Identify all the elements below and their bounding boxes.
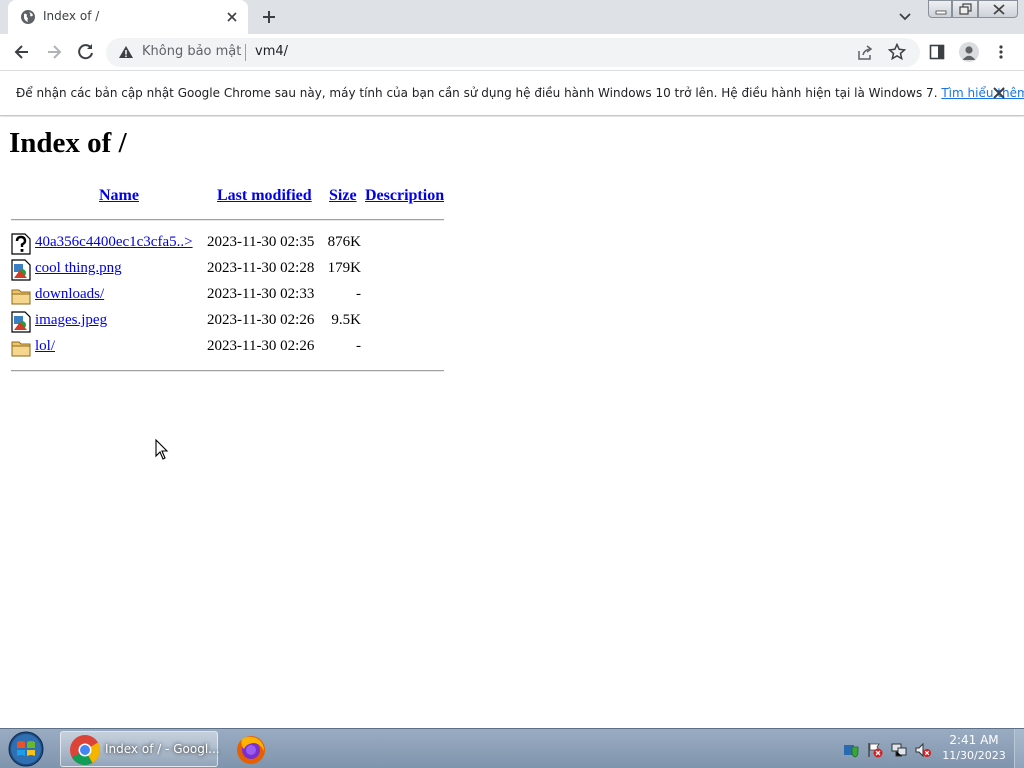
tab-close-icon[interactable] (224, 9, 240, 25)
file-size: 179K (327, 260, 361, 276)
table-row: 40a356c4400ec1c3cfa5..> 2023-11-30 02:35… (0, 233, 460, 257)
security-status-label[interactable]: Không bảo mật (142, 44, 241, 59)
image-file-icon (11, 311, 31, 333)
show-desktop-button[interactable] (1014, 729, 1024, 768)
share-icon[interactable] (856, 44, 874, 62)
start-orb-icon[interactable] (6, 730, 46, 768)
mouse-cursor-icon (155, 439, 169, 460)
infobar-message: Để nhận các bản cập nhật Google Chrome s… (16, 86, 1024, 100)
omnibox-divider (245, 44, 246, 61)
chevron-down-icon[interactable] (896, 9, 914, 25)
close-icon (993, 4, 1005, 15)
window-close-button[interactable] (978, 0, 1018, 18)
file-size: - (356, 338, 361, 354)
warning-triangle-icon[interactable] (118, 45, 134, 59)
footer-divider (11, 370, 444, 372)
header-divider (11, 219, 444, 221)
infobar-text: Để nhận các bản cập nhật Google Chrome s… (16, 86, 938, 100)
menu-dots-icon[interactable] (993, 44, 1009, 60)
image-file-icon (11, 259, 31, 281)
clock-date: 11/30/2023 (942, 749, 1006, 762)
reload-icon[interactable] (76, 42, 96, 62)
column-header-size[interactable]: Size (329, 187, 357, 205)
modified-date: 2023-11-30 02:35 (207, 234, 315, 250)
profile-avatar-icon[interactable] (959, 42, 979, 62)
address-bar[interactable]: Không bảo mật vm4/ (106, 38, 920, 67)
file-size: 9.5K (331, 312, 361, 328)
file-link[interactable]: cool thing.png (35, 260, 122, 277)
file-link[interactable]: images.jpeg (35, 312, 107, 329)
column-header-name[interactable]: Name (99, 187, 139, 205)
window-minimize-button[interactable] (928, 0, 952, 18)
column-header-last-modified[interactable]: Last modified (217, 187, 312, 205)
security-shield-tray-icon[interactable] (842, 741, 860, 759)
unknown-file-icon (11, 233, 31, 255)
folder-link[interactable]: lol/ (35, 338, 55, 355)
table-row: downloads/ 2023-11-30 02:33 - (0, 285, 460, 309)
taskbar-clock[interactable]: 2:41 AM 11/30/2023 (936, 733, 1012, 762)
column-header-description[interactable]: Description (365, 187, 444, 205)
network-tray-icon[interactable] (890, 741, 908, 759)
modified-date: 2023-11-30 02:28 (207, 260, 315, 276)
back-arrow-icon[interactable] (12, 42, 32, 62)
file-size: - (356, 286, 361, 302)
volume-muted-tray-icon[interactable] (914, 741, 932, 759)
page-content: Index of / Name Last modified Size Descr… (0, 117, 1024, 728)
tab-title: Index of / (43, 9, 100, 23)
forward-arrow-icon[interactable] (44, 42, 64, 62)
url-text[interactable]: vm4/ (255, 44, 288, 59)
file-link[interactable]: 40a356c4400ec1c3cfa5..> (35, 234, 193, 251)
table-row: images.jpeg 2023-11-30 02:26 9.5K (0, 311, 460, 335)
chrome-icon (70, 735, 101, 766)
side-panel-icon[interactable] (929, 44, 945, 60)
clock-time: 2:41 AM (949, 733, 999, 747)
bookmark-star-icon[interactable] (888, 43, 906, 61)
page-title: Index of / (9, 127, 127, 159)
folder-icon (11, 289, 31, 305)
taskbar-chrome-button[interactable]: Index of / - Googl... (60, 731, 220, 767)
modified-date: 2023-11-30 02:26 (207, 312, 315, 328)
table-row: cool thing.png 2023-11-30 02:28 179K (0, 259, 460, 283)
person-icon (962, 46, 976, 60)
learn-more-link[interactable]: Tìm hiểu thêm (941, 86, 1024, 100)
taskbar-chrome-label: Index of / - Googl... (105, 742, 220, 756)
table-row: lol/ 2023-11-30 02:26 - (0, 337, 460, 361)
tab-strip: Index of / (0, 0, 1024, 34)
minimize-icon (935, 10, 947, 15)
file-size: 876K (327, 234, 361, 250)
folder-link[interactable]: downloads/ (35, 286, 104, 303)
folder-icon (11, 341, 31, 357)
modified-date: 2023-11-30 02:26 (207, 338, 315, 354)
browser-toolbar: Không bảo mật vm4/ (0, 34, 1024, 71)
unsupported-os-infobar: Để nhận các bản cập nhật Google Chrome s… (0, 71, 1024, 116)
window-restore-button[interactable] (952, 0, 978, 18)
action-center-flag-icon[interactable] (866, 741, 884, 759)
restore-icon (959, 3, 972, 15)
modified-date: 2023-11-30 02:33 (207, 286, 315, 302)
new-tab-icon[interactable] (260, 8, 278, 26)
taskbar-firefox-button[interactable] (222, 731, 280, 767)
firefox-icon (237, 736, 265, 764)
windows-taskbar: Index of / - Googl... 2:41 AM 11/30/2023 (0, 728, 1024, 768)
tab-active[interactable]: Index of / (8, 0, 248, 34)
globe-icon (21, 10, 35, 24)
close-icon[interactable] (992, 86, 1006, 100)
